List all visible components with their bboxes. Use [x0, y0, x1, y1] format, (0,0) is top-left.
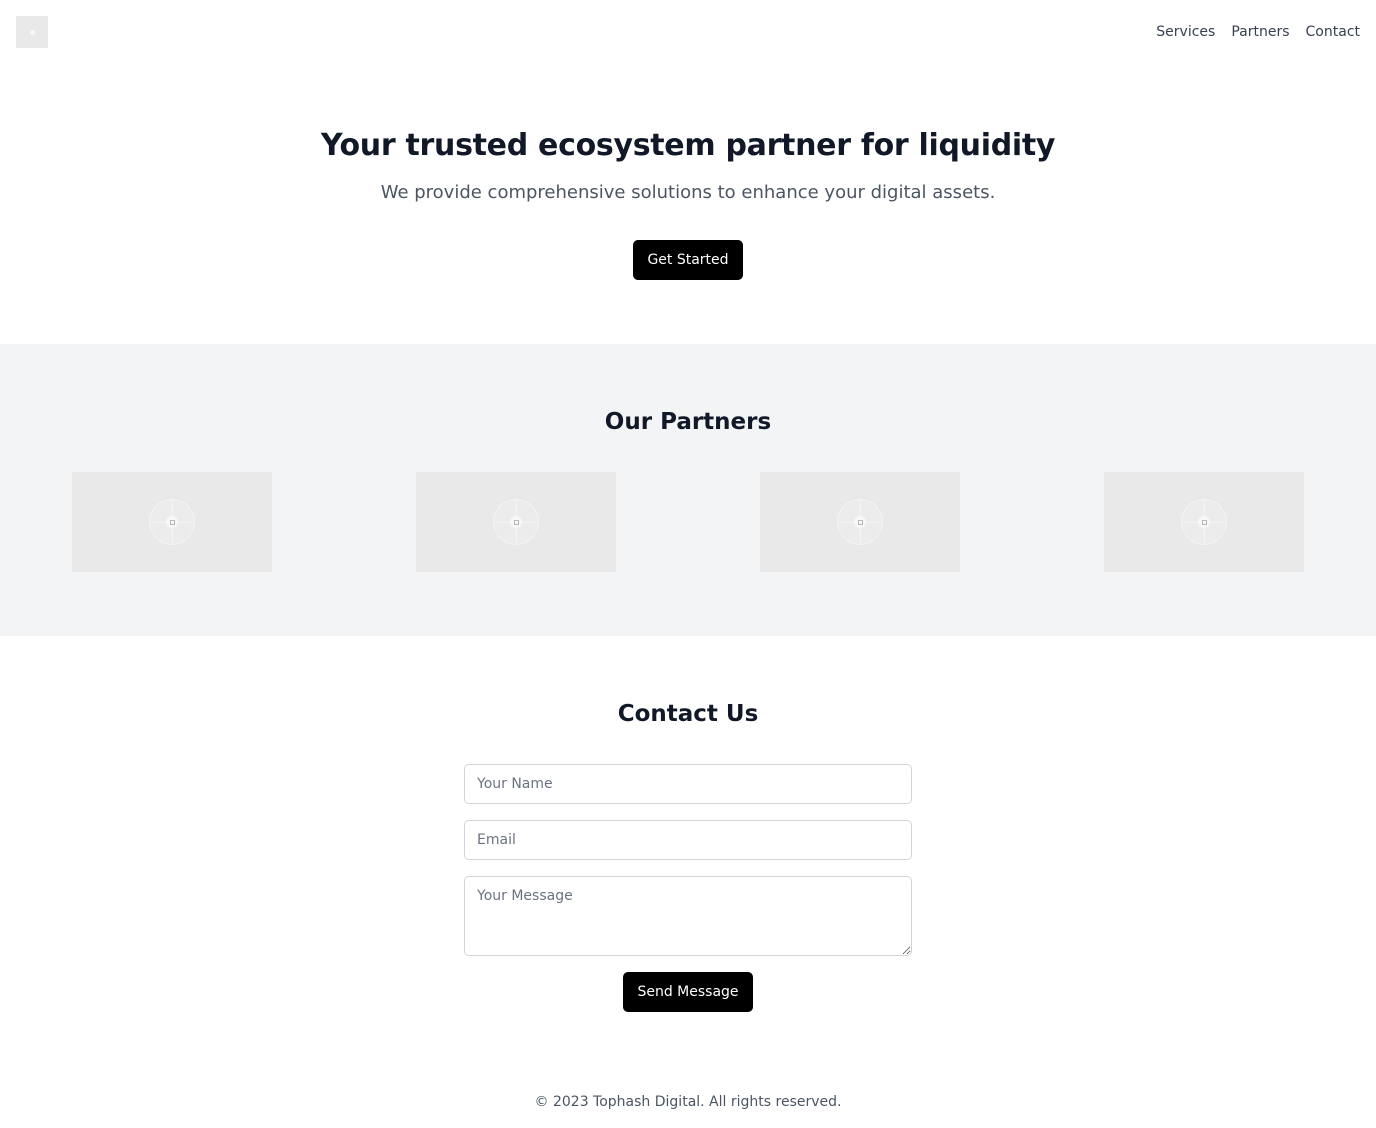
hero-section: Your trusted ecosystem partner for liqui…	[0, 64, 1376, 344]
site-header: Services Partners Contact	[0, 0, 1376, 64]
image-placeholder-icon	[837, 499, 883, 545]
partner-logo-2	[416, 472, 616, 572]
partners-title: Our Partners	[604, 409, 772, 435]
image-placeholder-icon	[1181, 499, 1227, 545]
copyright-text: © 2023 Tophash Digital. All rights reser…	[534, 1094, 842, 1110]
page: Services Partners Contact Your trusted e…	[0, 0, 1376, 1128]
nav-link-partners[interactable]: Partners	[1231, 22, 1289, 42]
get-started-button[interactable]: Get Started	[633, 240, 743, 280]
partner-logo-4	[1104, 472, 1304, 572]
partners-section: Our Partners	[0, 344, 1376, 636]
image-placeholder-icon	[149, 499, 195, 545]
contact-title: Contact Us	[617, 701, 759, 727]
name-input[interactable]	[464, 764, 912, 804]
email-input[interactable]	[464, 820, 912, 860]
message-textarea[interactable]	[464, 876, 912, 956]
send-message-button[interactable]: Send Message	[623, 972, 753, 1012]
hero-subtitle: We provide comprehensive solutions to en…	[380, 182, 996, 203]
nav-link-contact[interactable]: Contact	[1306, 22, 1360, 42]
logo-placeholder-icon	[29, 29, 35, 35]
site-footer: © 2023 Tophash Digital. All rights reser…	[0, 1056, 1376, 1128]
contact-section: Contact Us Send Message	[0, 636, 1376, 1056]
image-placeholder-icon	[493, 499, 539, 545]
main-nav: Services Partners Contact	[1156, 22, 1360, 42]
hero-title: Your trusted ecosystem partner for liqui…	[320, 128, 1056, 163]
partner-logo-3	[760, 472, 960, 572]
nav-link-services[interactable]: Services	[1156, 22, 1215, 42]
partner-logo-1	[72, 472, 272, 572]
logo[interactable]	[16, 16, 48, 48]
